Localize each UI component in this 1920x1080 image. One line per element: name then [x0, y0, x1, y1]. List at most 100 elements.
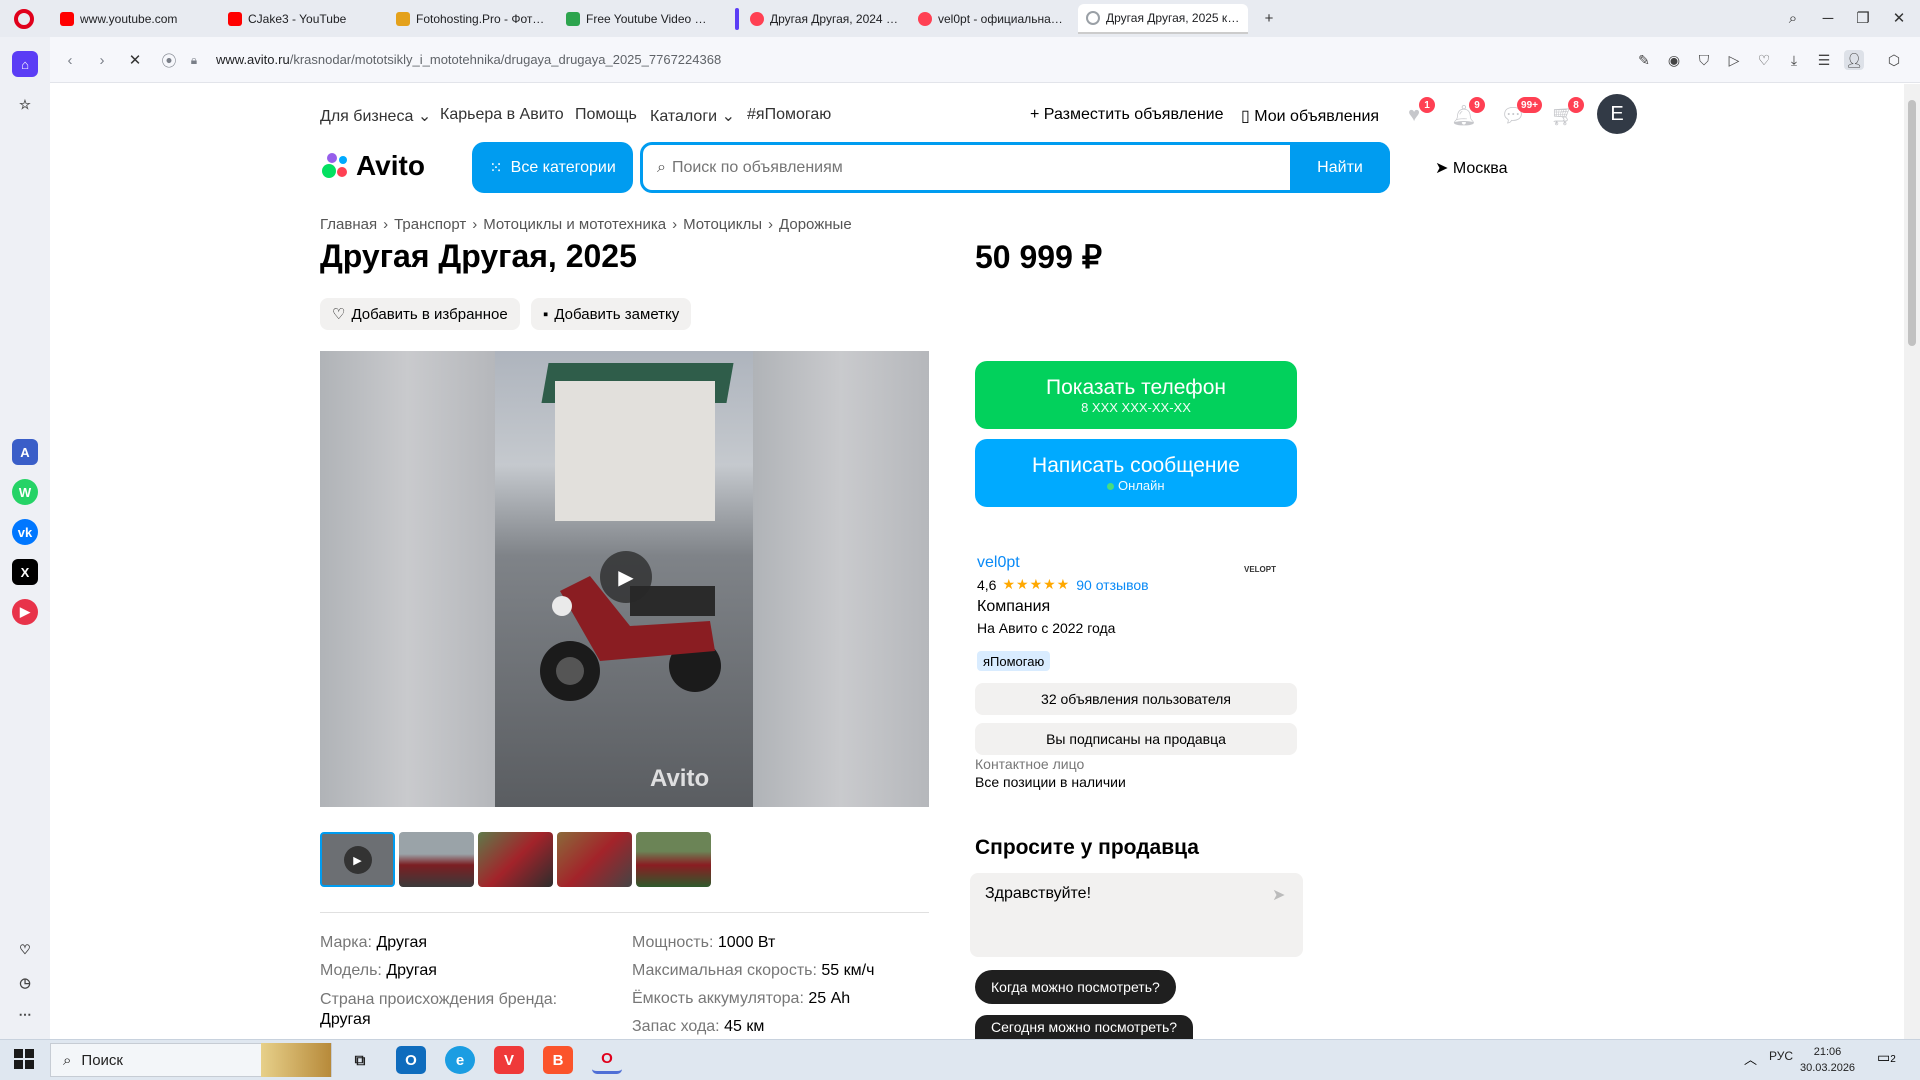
stop-loading-icon[interactable]: ✕ — [124, 49, 146, 71]
seller-ads-button[interactable]: 32 объявления пользователя — [975, 683, 1297, 715]
breadcrumb-motorcycles[interactable]: Мотоциклы — [683, 216, 762, 233]
search-box[interactable]: ⌕ — [640, 142, 1390, 193]
brave-icon[interactable]: B — [543, 1046, 573, 1074]
avito-dots-logo-icon — [322, 153, 347, 178]
snap-icon[interactable]: ✎ — [1634, 50, 1654, 70]
link-for-business[interactable]: Для бизнеса ⌄ — [320, 106, 431, 126]
show-phone-button[interactable]: Показать телефон 8 XXX XXX-XX-XX — [975, 361, 1297, 429]
opera-taskbar-icon[interactable]: O — [592, 1046, 622, 1074]
taskbar-clock[interactable]: 21:06 30.03.2026 — [1800, 1044, 1855, 1076]
breadcrumb-home[interactable]: Главная — [320, 216, 377, 233]
play-icon[interactable]: ▶ — [600, 551, 652, 603]
video-preview[interactable]: ▶ Avito — [495, 351, 753, 807]
heart-icon[interactable]: ♡ — [12, 937, 38, 963]
breadcrumb-moto[interactable]: Мотоциклы и мототехника — [483, 216, 666, 233]
add-favorite-button[interactable]: ♡ Добавить в избранное — [320, 298, 520, 330]
camera-icon[interactable]: ◉ — [1664, 50, 1684, 70]
tab-avito-2025-active[interactable]: Другая Другая, 2025 купи — [1078, 4, 1248, 34]
photo-gallery[interactable]: ▶ Avito — [320, 351, 929, 807]
city-selector[interactable]: ➤ Москва — [1435, 158, 1507, 178]
reviews-link[interactable]: 90 отзывов — [1076, 577, 1148, 593]
ask-seller-title: Спросите у продавца — [975, 836, 1199, 859]
breadcrumb-transport[interactable]: Транспорт — [394, 216, 466, 233]
ya-pomogayu-tag[interactable]: яПомогаю — [977, 651, 1051, 671]
shield-icon[interactable]: ⛉ — [1694, 50, 1714, 70]
write-message-button[interactable]: Написать сообщение Онлайн — [975, 439, 1297, 507]
my-ads-link[interactable]: ▯ Мои объявления — [1241, 106, 1379, 126]
breadcrumb-road[interactable]: Дорожные — [779, 216, 852, 233]
opera-menu-icon[interactable] — [14, 9, 34, 29]
add-note-button[interactable]: ▪ Добавить заметку — [531, 298, 692, 330]
more-dots-icon[interactable]: ⋯ — [12, 1002, 38, 1028]
thumbnail-photo[interactable] — [557, 832, 632, 887]
thumbnail-photo[interactable] — [478, 832, 553, 887]
tab-velopt[interactable]: vel0pt - официальная стр — [910, 4, 1075, 34]
aria-ai-icon[interactable]: A — [12, 439, 38, 465]
rating-stars-icon: ★★★★★ — [1002, 576, 1071, 592]
thumbnail-photo[interactable] — [399, 832, 474, 887]
thumbnail-photo[interactable] — [636, 832, 711, 887]
task-view-icon[interactable]: ⧉ — [345, 1046, 375, 1074]
search-icon: ⌕ — [657, 158, 666, 176]
link-career[interactable]: Карьера в Авито — [440, 106, 564, 124]
tab-search-icon[interactable]: ⌕ — [1778, 6, 1808, 30]
thumbnail-video[interactable]: ▶ — [320, 832, 395, 887]
search-input[interactable] — [671, 147, 1387, 188]
messages-icon[interactable]: 💬︎ 99+ — [1498, 97, 1542, 129]
outlook-icon[interactable]: O — [396, 1046, 426, 1074]
ask-message-text[interactable]: Здравствуйте! — [985, 885, 1091, 903]
post-ad-link[interactable]: + Разместить объявление — [1030, 106, 1224, 124]
favorites-heart-icon[interactable]: ♥ 1 — [1399, 97, 1435, 129]
close-window-icon[interactable]: ✕ — [1884, 6, 1914, 30]
music-player-icon[interactable]: ▶ — [12, 599, 38, 625]
tab-cjake3[interactable]: CJake3 - YouTube — [220, 4, 380, 34]
quick-question-chip[interactable]: Когда можно посмотреть? — [975, 970, 1176, 1004]
forward-arrow-icon[interactable]: › — [91, 49, 113, 71]
taskbar-search[interactable]: ⌕ Поиск — [50, 1043, 332, 1077]
vk-icon[interactable]: vk — [12, 519, 38, 545]
edge-icon[interactable]: e — [445, 1046, 475, 1074]
seller-name-link[interactable]: vel0pt — [977, 554, 1020, 572]
avito-logo[interactable]: Avito — [320, 150, 425, 182]
tab-youtube-downloader[interactable]: Free Youtube Video Down — [558, 4, 723, 34]
download-icon[interactable]: ⤓ — [1784, 50, 1804, 70]
notifications-bell-icon[interactable]: 🔔︎ 9 — [1449, 97, 1485, 129]
vivaldi-icon[interactable]: V — [494, 1046, 524, 1074]
location-pin-icon[interactable]: ⦿ — [158, 49, 180, 71]
link-ya-pomogayu[interactable]: #яПомогаю — [747, 106, 831, 124]
restore-icon[interactable]: ❐ — [1848, 6, 1878, 30]
back-arrow-icon[interactable]: ‹ — [59, 49, 81, 71]
profile-icon[interactable]: 👤︎ — [1844, 50, 1864, 70]
tab-fotohosting[interactable]: Fotohosting.Pro - Фотохо — [388, 4, 553, 34]
whatsapp-icon[interactable]: W — [12, 479, 38, 505]
url-field[interactable]: www.avito.ru/krasnodar/mototsikly_i_moto… — [216, 52, 721, 67]
scrollbar-thumb[interactable] — [1908, 100, 1916, 346]
seller-logo[interactable]: VELOPT — [1240, 565, 1280, 587]
windows-start-icon[interactable] — [14, 1049, 34, 1069]
tab-avito-2024[interactable]: Другая Другая, 2024 купи — [742, 4, 907, 34]
send-icon[interactable]: ➤ — [1272, 885, 1285, 905]
notification-center-icon[interactable]: ▭2 — [1877, 1049, 1896, 1066]
link-help[interactable]: Помощь — [575, 106, 637, 124]
home-icon[interactable]: ⌂ — [12, 51, 38, 77]
star-icon[interactable]: ☆ — [12, 92, 38, 118]
link-catalogs[interactable]: Каталоги ⌄ — [650, 106, 735, 126]
find-button[interactable]: Найти — [1290, 142, 1390, 193]
history-clock-icon[interactable]: ◷ — [12, 970, 38, 996]
extensions-icon[interactable]: ⬡ — [1884, 50, 1904, 70]
heart-bookmark-icon[interactable]: ♡ — [1754, 50, 1774, 70]
subscribed-button[interactable]: Вы подписаны на продавца — [975, 723, 1297, 755]
new-tab-plus-icon[interactable]: + — [1254, 6, 1284, 30]
cart-icon[interactable]: 🛒︎ 8 — [1548, 97, 1584, 129]
x-twitter-icon[interactable]: X — [12, 559, 38, 585]
spec-brand: Марка: Другая — [320, 934, 428, 951]
keyboard-language[interactable]: РУС — [1769, 1049, 1793, 1063]
tab-youtube[interactable]: www.youtube.com — [52, 4, 212, 34]
player-icon[interactable]: ▷ — [1724, 50, 1744, 70]
all-categories-button[interactable]: ⁙ Все категории — [472, 142, 633, 193]
quick-question-chip[interactable]: Сегодня можно посмотреть? — [975, 1015, 1194, 1039]
user-avatar[interactable]: E — [1597, 94, 1637, 134]
easy-setup-icon[interactable]: ☰ — [1814, 50, 1834, 70]
minimize-icon[interactable]: ─ — [1813, 6, 1843, 30]
tray-chevron-icon[interactable]: ︿ — [1744, 1049, 1757, 1068]
